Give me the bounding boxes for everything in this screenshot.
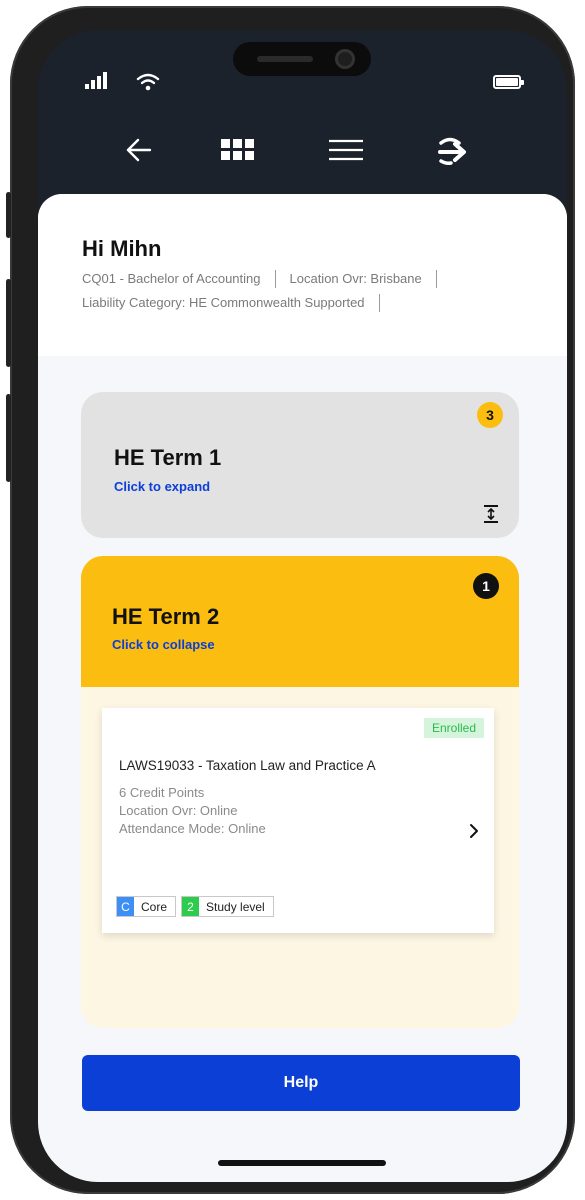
phone-frame: Hi Mihn CQ01 - Bachelor of Accounting Loc… xyxy=(6,6,575,1194)
wifi-icon xyxy=(136,73,160,91)
phone-side-button xyxy=(6,394,11,482)
core-tag: C Core xyxy=(116,896,177,917)
phone-screen: Hi Mihn CQ01 - Bachelor of Accounting Loc… xyxy=(38,30,567,1182)
tag-key: C xyxy=(117,897,134,916)
liability-category: Liability Category: HE Commonwealth Supp… xyxy=(82,294,380,312)
home-indicator[interactable] xyxy=(218,1160,386,1166)
course-location: Location Ovr: Online xyxy=(119,803,238,818)
camera xyxy=(335,49,355,69)
tag-label: Study level xyxy=(206,899,265,914)
menu-icon xyxy=(329,139,363,161)
attendance-mode: Attendance Mode: Online xyxy=(119,821,266,836)
logout-button[interactable] xyxy=(432,132,472,168)
course-title: LAWS19033 - Taxation Law and Practice A xyxy=(119,758,376,773)
course-tags: C Core 2 Study level xyxy=(116,896,274,917)
tag-label: Core xyxy=(141,899,168,914)
term-title: HE Term 2 xyxy=(112,604,220,629)
speaker xyxy=(257,56,313,62)
course-details: 6 Credit Points Location Ovr: Online Att… xyxy=(119,784,266,838)
apps-grid-button[interactable] xyxy=(218,132,258,168)
help-button[interactable]: Help xyxy=(82,1055,520,1111)
logout-icon xyxy=(438,137,466,165)
student-header: Hi Mihn CQ01 - Bachelor of Accounting Loc… xyxy=(38,194,567,356)
status-bar xyxy=(38,70,567,94)
study-level-tag: 2 Study level xyxy=(181,896,274,917)
expand-icon[interactable] xyxy=(482,504,500,524)
enrolment-count-badge: 3 xyxy=(477,402,503,428)
location-info: Location Ovr: Brisbane xyxy=(290,270,437,288)
enrolment-count-badge: 1 xyxy=(473,573,499,599)
menu-button[interactable] xyxy=(326,132,366,168)
phone-side-button xyxy=(6,279,11,367)
term-title: HE Term 1 xyxy=(114,445,222,470)
program-name: CQ01 - Bachelor of Accounting xyxy=(82,270,276,288)
program-info: CQ01 - Bachelor of Accounting Location Ov… xyxy=(82,270,523,288)
battery-icon xyxy=(493,75,524,89)
term-header[interactable]: 1 HE Term 2 Click to collapse xyxy=(81,556,519,687)
chevron-right-icon[interactable] xyxy=(468,823,480,839)
app-content: Hi Mihn CQ01 - Bachelor of Accounting Loc… xyxy=(38,194,567,1182)
back-button[interactable] xyxy=(120,132,160,168)
term-card-1[interactable]: 3 HE Term 1 Click to expand xyxy=(81,392,519,538)
top-navigation xyxy=(38,130,567,170)
credit-points: 6 Credit Points xyxy=(119,785,205,800)
tag-key: 2 xyxy=(182,897,200,916)
grid-icon xyxy=(221,139,254,160)
cellular-signal-icon xyxy=(85,72,107,89)
term-card-2: 1 HE Term 2 Click to collapse Enrolled L… xyxy=(81,556,519,1028)
arrow-left-icon xyxy=(126,138,152,162)
collapse-link[interactable]: Click to collapse xyxy=(112,637,215,652)
greeting: Hi Mihn xyxy=(82,236,162,261)
expand-link[interactable]: Click to expand xyxy=(114,479,210,494)
status-badge: Enrolled xyxy=(423,718,484,738)
liability-info: Liability Category: HE Commonwealth Supp… xyxy=(82,294,523,312)
course-card[interactable]: Enrolled LAWS19033 - Taxation Law and Pr… xyxy=(102,708,494,933)
phone-side-button xyxy=(6,192,11,238)
